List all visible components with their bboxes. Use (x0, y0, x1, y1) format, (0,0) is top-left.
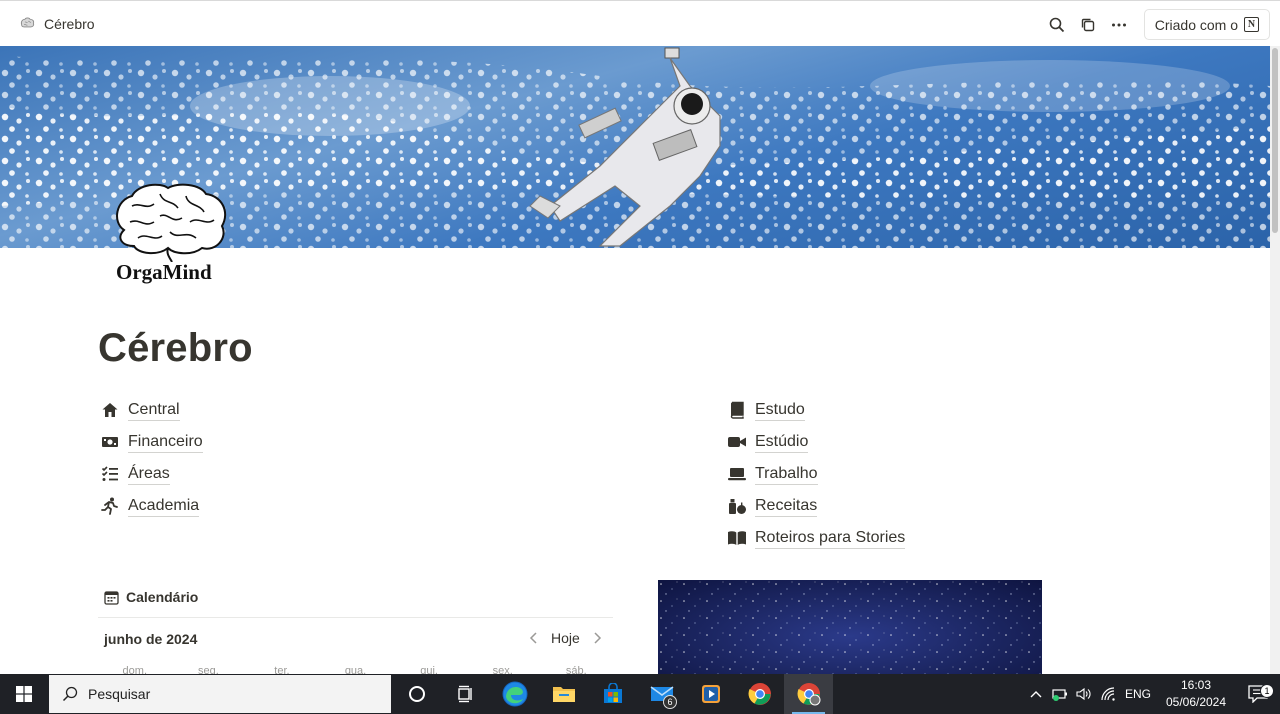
link-roteiros-para-stories[interactable]: Roteiros para Stories (727, 522, 906, 554)
chevron-up-icon (1030, 691, 1042, 698)
laptop-icon (727, 464, 747, 484)
calendar-icon (104, 590, 119, 605)
edge-icon (502, 681, 527, 707)
duplicate-button[interactable] (1073, 9, 1104, 40)
system-tray: ENG 16:03 05/06/2024 1 (1024, 674, 1280, 714)
microsoft-store-app[interactable] (588, 674, 637, 714)
duplicate-icon (1082, 18, 1095, 31)
show-hidden-icons-button[interactable] (1024, 674, 1048, 714)
breadcrumb[interactable]: Cérebro (19, 15, 95, 32)
video-player-app[interactable] (686, 674, 735, 714)
clock[interactable]: 16:03 05/06/2024 (1156, 677, 1236, 711)
notion-logo-icon: N (1244, 17, 1259, 32)
links-right-column: Estudo Estúdio Trabalho Receitas Roteiro… (727, 394, 906, 554)
book-icon (727, 400, 747, 420)
link-receitas[interactable]: Receitas (727, 490, 905, 522)
link-estudo[interactable]: Estudo (727, 394, 905, 426)
mail-app[interactable]: 6 (637, 674, 686, 714)
search-placeholder: Pesquisar (88, 686, 151, 702)
previous-month-button[interactable] (525, 629, 543, 647)
chrome-profile-icon (797, 683, 820, 706)
brain-logo-icon (116, 183, 227, 263)
calendar-navigation: Hoje (525, 629, 606, 647)
brain-icon (20, 17, 35, 28)
food-icon (727, 496, 747, 516)
search-icon (1049, 17, 1065, 32)
task-view-icon (457, 685, 472, 703)
starry-sky-image (658, 580, 1042, 674)
mail-badge: 6 (663, 695, 677, 709)
language-indicator[interactable]: ENG (1120, 674, 1156, 714)
notification-count: 1 (1260, 684, 1274, 698)
money-icon (100, 432, 120, 452)
link-academia[interactable]: Academia (100, 490, 203, 522)
running-icon (100, 496, 120, 516)
chevron-left-icon (529, 632, 537, 644)
link-central[interactable]: Central (100, 394, 203, 426)
windows-taskbar: Pesquisar 6 ENG 16:03 05/06/2024 1 (0, 674, 1280, 714)
made-with-label: Criado com o (1154, 16, 1238, 33)
link-areas[interactable]: Áreas (100, 458, 203, 490)
more-icon (1112, 23, 1127, 26)
home-icon (100, 400, 120, 420)
link-trabalho[interactable]: Trabalho (727, 458, 905, 490)
cortana-button[interactable] (392, 674, 441, 714)
calendar-view-tab[interactable]: Calendário (104, 589, 198, 605)
clock-date: 05/06/2024 (1165, 695, 1227, 709)
clock-time: 16:03 (1180, 678, 1212, 692)
links-left-column: Central Financeiro Áreas Academia (100, 394, 203, 522)
chrome-icon (748, 683, 771, 705)
page-icon-logo[interactable]: OrgaMind (110, 182, 230, 292)
page-title[interactable]: Cérebro (98, 326, 253, 371)
battery-button[interactable] (1048, 674, 1072, 714)
made-with-notion-button[interactable]: Criado com o N (1143, 9, 1270, 40)
link-estudio[interactable]: Estúdio (727, 426, 905, 458)
scrollbar-thumb[interactable] (1272, 48, 1278, 233)
chevron-right-icon (594, 632, 601, 644)
checklist-icon (100, 464, 120, 484)
folder-icon (552, 687, 575, 702)
battery-icon (1052, 689, 1067, 701)
volume-button[interactable] (1072, 674, 1096, 714)
calendar-divider (98, 617, 613, 618)
link-financeiro[interactable]: Financeiro (100, 426, 203, 458)
breadcrumb-label: Cérebro (44, 15, 95, 32)
more-button[interactable] (1104, 9, 1135, 40)
notifications-button[interactable]: 1 (1236, 684, 1280, 703)
video-player-icon (701, 685, 720, 703)
video-icon (727, 432, 747, 452)
taskbar-search-input[interactable]: Pesquisar (48, 674, 392, 714)
top-bar: Cérebro Criado com o N (0, 0, 1280, 46)
wifi-button[interactable] (1096, 674, 1120, 714)
wifi-icon (1101, 687, 1115, 701)
brand-name: OrgaMind (116, 260, 212, 284)
search-icon (62, 686, 78, 702)
chrome-profile-app-active[interactable] (784, 674, 833, 714)
store-icon (603, 683, 622, 703)
start-button[interactable] (0, 674, 48, 714)
chrome-app[interactable] (735, 674, 784, 714)
volume-icon (1076, 687, 1091, 701)
file-explorer-app[interactable] (539, 674, 588, 714)
edge-app[interactable] (490, 674, 539, 714)
calendar-month: junho de 2024 (104, 631, 198, 647)
windows-logo-icon (16, 686, 32, 702)
stars-pattern (658, 580, 1042, 674)
calendar-title: Calendário (126, 589, 199, 605)
cortana-circle-icon (408, 686, 425, 702)
today-button[interactable]: Hoje (551, 630, 580, 646)
open-book-icon (727, 528, 747, 548)
task-view-button[interactable] (441, 674, 490, 714)
search-button[interactable] (1042, 9, 1073, 40)
next-month-button[interactable] (588, 629, 606, 647)
